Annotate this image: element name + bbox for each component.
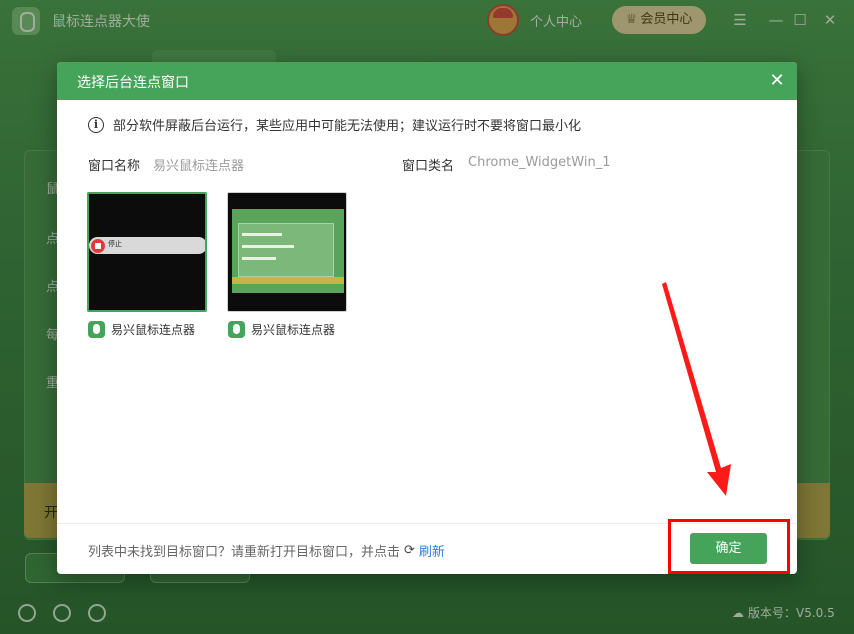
annotation-highlight-box: [668, 519, 790, 574]
preview-line: [242, 245, 294, 248]
window-name-label: 窗口名称: [88, 159, 141, 174]
window-thumbnail-2[interactable]: [227, 192, 347, 312]
select-window-dialog: 选择后台连点窗口 ✕ i 部分软件屏蔽后台运行，某些应用中可能无法使用；建议运行…: [57, 62, 797, 574]
window-name-value: 易兴鼠标连点器: [153, 159, 245, 174]
preview-toolbar: [89, 237, 205, 254]
notice: i 部分软件屏蔽后台运行，某些应用中可能无法使用；建议运行时不要将窗口最小化: [88, 115, 581, 134]
notice-text: 部分软件屏蔽后台运行，某些应用中可能无法使用；建议运行时不要将窗口最小化: [113, 119, 582, 134]
window-label-text: 易兴鼠标连点器: [251, 323, 336, 337]
stop-icon: [91, 239, 105, 253]
refresh-link[interactable]: 刷新: [419, 541, 445, 560]
info-icon: i: [88, 116, 104, 133]
footer-hint: 列表中未找到目标窗口？请重新打开目标窗口，并点击 ⟳ 刷新: [88, 541, 445, 560]
window-class-label: 窗口类名: [402, 159, 455, 174]
mouse-app-icon: [228, 321, 245, 338]
window-class-value: Chrome_WidgetWin_1: [468, 155, 611, 170]
window-label-text: 易兴鼠标连点器: [111, 323, 196, 337]
dialog-header: 选择后台连点窗口 ✕: [57, 62, 797, 100]
footer-hint-text: 列表中未找到目标窗口？请重新打开目标窗口，并点击: [88, 545, 401, 560]
preview-app-panel: [238, 223, 334, 277]
window-label-2[interactable]: 易兴鼠标连点器: [228, 321, 335, 338]
dialog-title: 选择后台连点窗口: [77, 75, 189, 91]
window-thumbnail-1[interactable]: 停止: [87, 192, 207, 312]
preview-line: [242, 257, 276, 260]
window-label-1[interactable]: 易兴鼠标连点器: [88, 321, 195, 338]
preview-stop-label: 停止: [108, 240, 122, 248]
preview-line: [242, 233, 282, 236]
dialog-close-icon[interactable]: ✕: [765, 68, 789, 94]
mouse-app-icon: [88, 321, 105, 338]
refresh-icon[interactable]: ⟳: [404, 543, 415, 558]
preview-start-bar: [232, 277, 344, 284]
